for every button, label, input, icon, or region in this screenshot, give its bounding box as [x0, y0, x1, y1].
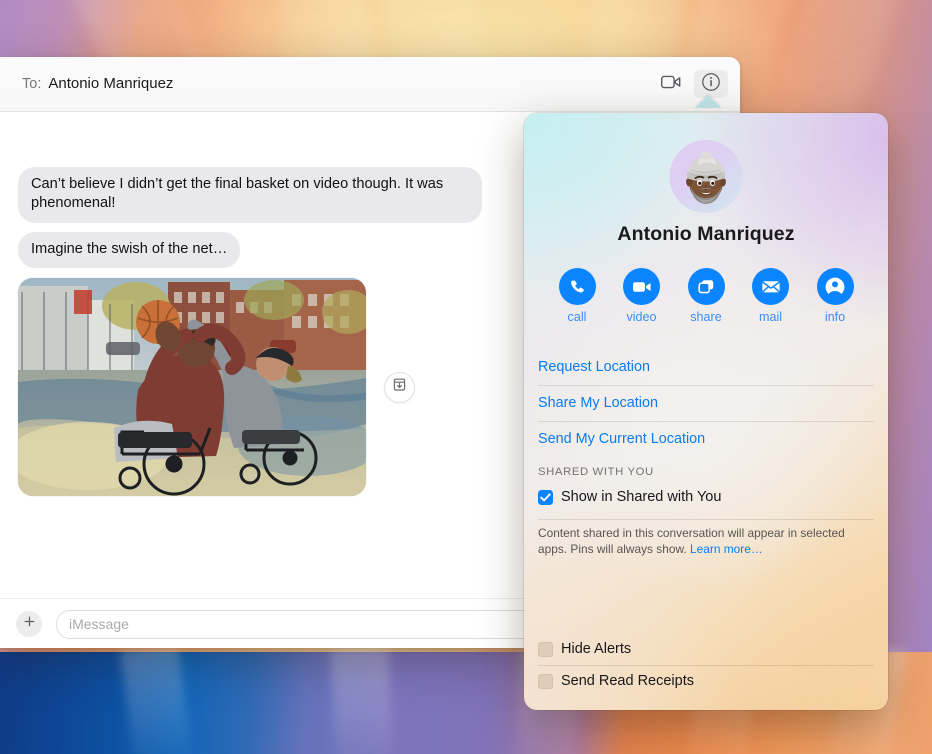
checkbox-label: Hide Alerts: [561, 641, 632, 657]
video-camera-icon: [623, 268, 660, 305]
request-location-link[interactable]: Request Location: [538, 350, 874, 385]
facetime-video-button[interactable]: [654, 70, 688, 98]
contact-name: Antonio Manriquez: [617, 223, 795, 245]
send-current-location-link[interactable]: Send My Current Location: [538, 422, 874, 457]
imessage-placeholder: iMessage: [69, 616, 129, 632]
action-call[interactable]: call: [550, 268, 604, 324]
phone-icon: [558, 268, 596, 305]
action-video[interactable]: video: [615, 268, 669, 324]
save-attachment-button[interactable]: [384, 371, 415, 403]
action-label: mail: [758, 310, 783, 324]
checkbox-label: Show in Shared with You: [561, 489, 722, 505]
action-label: share: [690, 310, 722, 324]
action-label: video: [626, 310, 657, 324]
recipient-field[interactable]: To: Antonio Manriquez: [22, 76, 173, 92]
hide-alerts-row[interactable]: Hide Alerts: [538, 634, 874, 665]
send-read-receipts-row[interactable]: Send Read Receipts: [538, 666, 874, 697]
conversation-toggles: Hide Alerts Send Read Receipts: [524, 634, 888, 697]
action-info[interactable]: info: [808, 268, 862, 324]
save-to-downloads-icon: [392, 377, 407, 397]
learn-more-link[interactable]: Learn more…: [690, 542, 763, 556]
plus-icon: [23, 615, 36, 633]
checkbox-label: Send Read Receipts: [561, 673, 694, 689]
location-section: Request Location Share My Location Send …: [524, 350, 888, 558]
action-share[interactable]: share: [679, 268, 733, 324]
recipient-name: Antonio Manriquez: [48, 75, 174, 93]
info-circle-icon: [701, 72, 721, 97]
details-info-button[interactable]: [694, 70, 728, 98]
person-circle-icon: [816, 268, 854, 305]
shared-with-you-footnote: Content shared in this conversation will…: [538, 520, 874, 558]
message-bubble-incoming[interactable]: Imagine the swish of the net…: [18, 231, 241, 269]
share-my-location-link[interactable]: Share My Location: [538, 386, 874, 421]
memoji-avatar[interactable]: [669, 140, 743, 213]
checkbox-checked-icon[interactable]: [538, 489, 553, 505]
quick-actions-row: call video share mail info: [524, 268, 888, 324]
action-mail[interactable]: mail: [744, 268, 798, 324]
to-label: To:: [22, 76, 42, 93]
window-titlebar: To: Antonio Manriquez: [0, 57, 740, 112]
add-attachment-button[interactable]: [16, 611, 42, 637]
message-bubble-incoming[interactable]: Can’t believe I didn’t get the final bas…: [18, 166, 482, 223]
contact-details-popover: Antonio Manriquez call video share mail …: [524, 113, 888, 710]
checkbox-unchecked-icon[interactable]: [538, 641, 553, 657]
action-label: info: [824, 310, 846, 324]
basketball-photo[interactable]: [18, 278, 366, 497]
video-camera-icon: [660, 75, 681, 94]
shared-with-you-heading: SHARED WITH YOU: [538, 466, 654, 478]
action-label: call: [567, 310, 587, 324]
popover-arrow: [695, 95, 721, 108]
show-in-shared-with-you-row[interactable]: Show in Shared with You: [538, 482, 874, 513]
checkbox-unchecked-icon[interactable]: [538, 673, 553, 689]
screen: To: Antonio Manriquez Can’t believe I di…: [0, 0, 932, 754]
screen-share-icon: [687, 268, 725, 305]
envelope-icon: [752, 268, 789, 305]
